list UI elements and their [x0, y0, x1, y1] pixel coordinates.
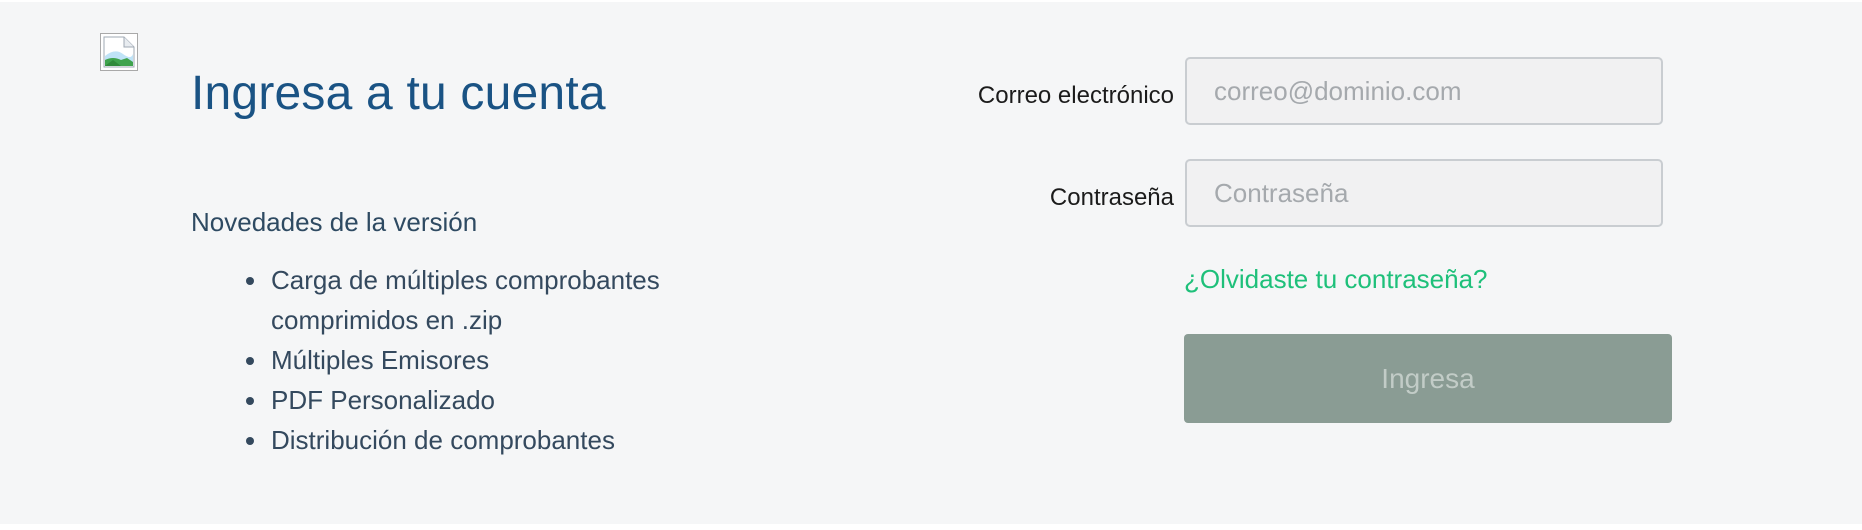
page-title: Ingresa a tu cuenta [191, 67, 606, 120]
email-label: Correo electrónico [977, 82, 1174, 109]
release-notes-list: Carga de múltiples comprobantes comprimi… [246, 260, 751, 460]
list-item: Múltiples Emisores [246, 340, 751, 380]
broken-image-icon [100, 33, 138, 71]
list-item: PDF Personalizado [246, 380, 751, 420]
email-field[interactable] [1185, 57, 1663, 125]
forgot-password-link[interactable]: ¿Olvidaste tu contraseña? [1184, 264, 1488, 295]
release-notes-heading: Novedades de la versión [191, 207, 478, 237]
login-button[interactable]: Ingresa [1184, 334, 1672, 423]
login-panel: Ingresa a tu cuenta Novedades de la vers… [0, 2, 1862, 524]
list-item: Carga de múltiples comprobantes comprimi… [246, 260, 751, 340]
list-item: Distribución de comprobantes [246, 420, 751, 460]
password-label: Contraseña [1049, 184, 1174, 211]
password-field[interactable] [1185, 159, 1663, 227]
